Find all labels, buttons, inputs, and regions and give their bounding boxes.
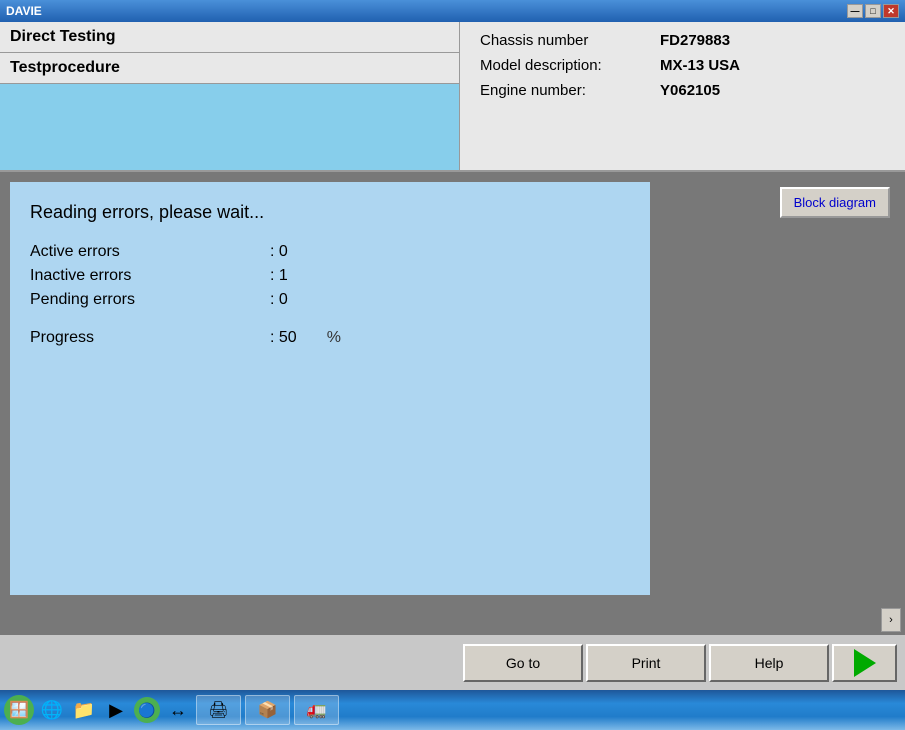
scroll-area: › [0,605,905,635]
progress-row: Progress : 50 % [30,329,630,347]
help-button[interactable]: Help [709,644,829,682]
title-bar-controls: — □ ✕ [847,4,899,18]
toolbar: Go to Print Help [0,635,905,690]
taskbar-media-icon[interactable]: ▶ [102,696,130,724]
header-blue-area [0,84,459,170]
block-diagram-button[interactable]: Block diagram [780,187,890,218]
taskbar: 🪟 🌐 📁 ▶ 🔵 ↔ 🖨 📦 🚛 [0,690,905,730]
pending-errors-value: : 0 [270,291,288,309]
testprocedure-label: Testprocedure [0,53,459,84]
active-errors-row: Active errors : 0 [30,243,630,261]
next-button[interactable] [832,644,897,682]
close-button[interactable]: ✕ [883,4,899,18]
inactive-errors-label: Inactive errors [30,267,270,285]
progress-percent: % [327,329,341,347]
model-label: Model description: [480,57,660,74]
inactive-errors-value: : 1 [270,267,288,285]
goto-button[interactable]: Go to [463,644,583,682]
active-errors-label: Active errors [30,243,270,261]
engine-row: Engine number: Y062105 [480,82,885,99]
chassis-value: FD279883 [660,32,730,49]
model-row: Model description: MX-13 USA [480,57,885,74]
engine-value: Y062105 [660,82,720,99]
progress-value: : 50 [270,329,297,347]
header-left: Direct Testing Testprocedure [0,22,460,170]
direct-testing-label: Direct Testing [0,22,459,53]
pending-errors-row: Pending errors : 0 [30,291,630,309]
next-arrow-icon [854,649,876,677]
chassis-row: Chassis number FD279883 [480,32,885,49]
print-button[interactable]: Print [586,644,706,682]
progress-label: Progress [30,329,270,347]
title-bar-text: DAVIE [6,4,42,18]
scroll-right-button[interactable]: › [881,608,901,632]
taskbar-ie-icon[interactable]: 🌐 [38,696,66,724]
main-content: Reading errors, please wait... Active er… [0,172,905,605]
inactive-errors-row: Inactive errors : 1 [30,267,630,285]
engine-label: Engine number: [480,82,660,99]
taskbar-folder-icon[interactable]: 📁 [70,696,98,724]
model-value: MX-13 USA [660,57,740,74]
active-errors-value: : 0 [270,243,288,261]
right-panel: Block diagram [660,182,895,595]
chassis-label: Chassis number [480,32,660,49]
reading-panel: Reading errors, please wait... Active er… [10,182,650,595]
taskbar-chrome-icon[interactable]: 🔵 [134,697,160,723]
pending-errors-label: Pending errors [30,291,270,309]
taskbar-vpn-icon[interactable]: ↔ [164,696,192,724]
maximize-button[interactable]: □ [865,4,881,18]
header-right: Chassis number FD279883 Model descriptio… [460,22,905,170]
reading-status: Reading errors, please wait... [30,202,630,223]
minimize-button[interactable]: — [847,4,863,18]
header: Direct Testing Testprocedure Chassis num… [0,22,905,172]
title-bar: DAVIE — □ ✕ [0,0,905,22]
